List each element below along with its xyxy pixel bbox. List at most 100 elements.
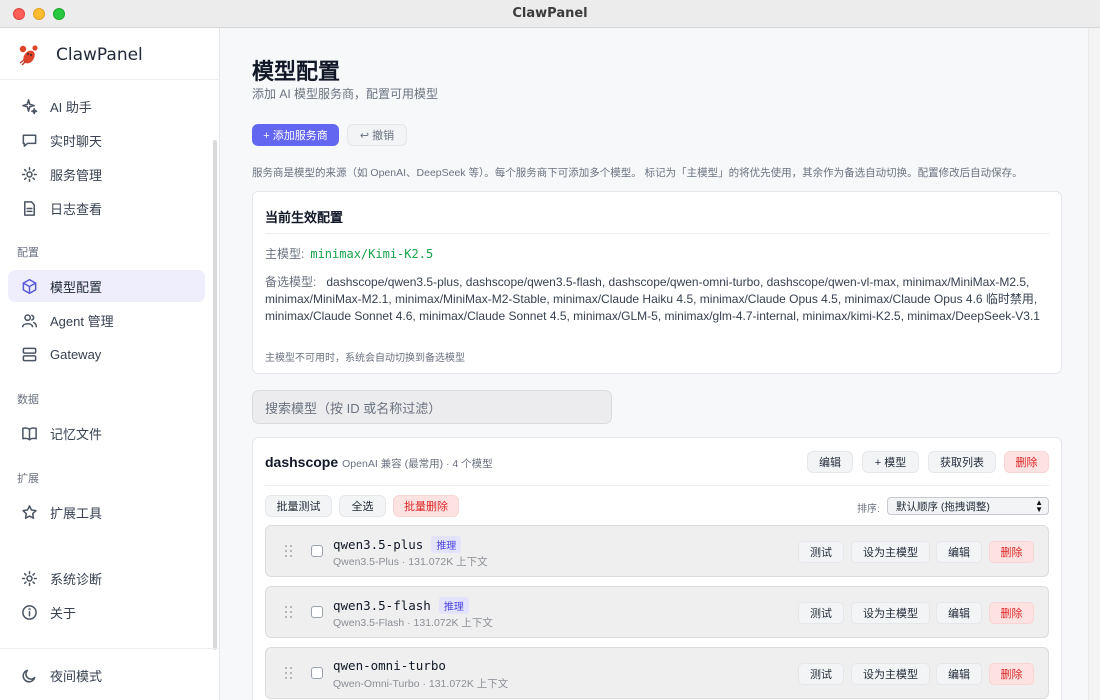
main-scrollbar[interactable] <box>1088 28 1100 700</box>
lobster-logo-icon <box>16 42 42 68</box>
provider-header: dashscope OpenAI 兼容 (最常用) · 4 个模型 <box>265 454 493 471</box>
test-model-button[interactable]: 测试 <box>798 541 844 563</box>
primary-model-value: minimax/Kimi-K2.5 <box>310 247 434 261</box>
nav-item-agent-management[interactable]: Agent 管理 <box>8 304 205 336</box>
edit-model-button[interactable]: 编辑 <box>936 541 982 563</box>
model-id-text: qwen-omni-turbo <box>333 658 446 673</box>
model-id-text: qwen3.5-flash <box>333 598 431 613</box>
drag-handle-icon[interactable] <box>285 667 294 679</box>
users-icon <box>20 311 38 329</box>
model-row[interactable]: qwen3.5-flash 推理 Qwen3.5-Flash · 131.072K… <box>265 586 1049 638</box>
sort-select-value: 默认顺序 (拖拽调整) <box>896 500 990 513</box>
gear-icon <box>20 569 38 587</box>
main-content: 模型配置 添加 AI 模型服务商，配置可用模型 + 添加服务商 ↩ 撤销 服务商… <box>220 28 1100 700</box>
model-id-text: qwen3.5-plus <box>333 537 424 552</box>
nav-item-service-management[interactable]: 服务管理 <box>8 158 205 190</box>
nav-item-label: Gateway <box>50 346 102 362</box>
nav-item-extension-tools[interactable]: 扩展工具 <box>8 496 205 528</box>
drag-handle-icon[interactable] <box>285 545 294 557</box>
model-search-input[interactable]: 搜索模型（按 ID 或名称过滤） <box>252 390 612 424</box>
gear-icon <box>20 165 38 183</box>
nav-item-label: AI 助手 <box>50 99 92 115</box>
nav-item-label: 模型配置 <box>50 279 103 295</box>
brand-name: ClawPanel <box>56 45 143 65</box>
moon-icon <box>20 666 38 684</box>
divider <box>265 485 1049 486</box>
divider <box>0 648 219 649</box>
model-checkbox[interactable] <box>311 606 323 618</box>
nav-item-label: 日志查看 <box>50 201 103 217</box>
nav-item-gateway[interactable]: Gateway <box>8 338 205 370</box>
sort-select[interactable]: 默认顺序 (拖拽调整) ▲ ▼ <box>887 497 1049 515</box>
sparkle-icon <box>20 97 38 115</box>
nav-item-label: 系统诊断 <box>50 571 103 587</box>
nav-item-label: 服务管理 <box>50 167 103 183</box>
edit-model-button[interactable]: 编辑 <box>936 602 982 624</box>
active-config-card: 当前生效配置 主模型: minimax/Kimi-K2.5 备选模型: dashsc… <box>252 191 1062 374</box>
section-label-config: 配置 <box>17 247 39 259</box>
fetch-model-list-button[interactable]: 获取列表 <box>928 451 996 473</box>
provider-card: dashscope OpenAI 兼容 (最常用) · 4 个模型 编辑 + 模… <box>252 437 1062 700</box>
model-id: qwen-omni-turbo <box>333 658 446 673</box>
model-id: qwen3.5-plus 推理 <box>333 536 462 553</box>
drag-handle-icon[interactable] <box>285 606 294 618</box>
add-model-button[interactable]: + 模型 <box>862 451 919 473</box>
night-mode-label: 夜间模式 <box>50 668 103 684</box>
nav-item-memory-files[interactable]: 记忆文件 <box>8 417 205 449</box>
fallback-models-label: 备选模型: <box>265 275 317 289</box>
fallback-note: 主模型不可用时，系统会自动切换到备选模型 <box>265 353 465 364</box>
page-subtitle: 添加 AI 模型服务商，配置可用模型 <box>252 87 439 101</box>
delete-model-button[interactable]: 删除 <box>989 602 1034 624</box>
select-arrows-icon: ▲ ▼ <box>1035 498 1043 514</box>
provider-name: dashscope <box>265 454 339 470</box>
sidebar: ClawPanel AI 助手 实时聊天 服务管理 日志查看 配置 模型配置 A… <box>0 28 220 700</box>
window-title: ClawPanel <box>512 6 588 21</box>
model-checkbox[interactable] <box>311 667 323 679</box>
set-primary-model-button[interactable]: 设为主模型 <box>851 602 930 624</box>
nav-item-system-diagnostics[interactable]: 系统诊断 <box>8 562 205 594</box>
model-details: Qwen3.5-Flash · 131.072K 上下文 <box>333 617 493 629</box>
night-mode-toggle[interactable]: 夜间模式 <box>8 659 205 691</box>
nav-item-label: 实时聊天 <box>50 133 103 149</box>
select-all-button[interactable]: 全选 <box>339 495 386 517</box>
provider-meta: OpenAI 兼容 (最常用) · 4 个模型 <box>342 458 493 470</box>
divider <box>265 233 1049 234</box>
nav-item-about[interactable]: 关于 <box>8 596 205 628</box>
model-checkbox[interactable] <box>311 545 323 557</box>
batch-test-button[interactable]: 批量测试 <box>265 495 332 517</box>
sidebar-scrollbar[interactable] <box>213 140 217 650</box>
brand[interactable]: ClawPanel <box>16 42 143 68</box>
delete-model-button[interactable]: 删除 <box>989 541 1034 563</box>
model-row[interactable]: qwen-omni-turbo Qwen-Omni-Turbo · 131.07… <box>265 647 1049 699</box>
sort-label: 排序: <box>857 504 880 515</box>
model-id: qwen3.5-flash 推理 <box>333 597 469 614</box>
edit-provider-button[interactable]: 编辑 <box>807 451 853 473</box>
nav-item-log-viewer[interactable]: 日志查看 <box>8 192 205 224</box>
page-title: 模型配置 <box>252 60 341 85</box>
primary-model-label: 主模型: <box>265 247 305 261</box>
model-details: Qwen-Omni-Turbo · 131.072K 上下文 <box>333 678 509 690</box>
section-label-extensions: 扩展 <box>17 473 39 485</box>
set-primary-model-button[interactable]: 设为主模型 <box>851 663 930 685</box>
nav-item-label: 扩展工具 <box>50 505 103 521</box>
nav-item-model-config[interactable]: 模型配置 <box>8 270 205 302</box>
section-label-data: 数据 <box>17 394 39 406</box>
active-config-title: 当前生效配置 <box>265 210 344 225</box>
edit-model-button[interactable]: 编辑 <box>936 663 982 685</box>
fallback-models-value: dashscope/qwen3.5-plus, dashscope/qwen3.… <box>265 275 1040 323</box>
undo-button[interactable]: ↩ 撤销 <box>347 124 407 146</box>
reasoning-tag: 推理 <box>438 597 469 614</box>
test-model-button[interactable]: 测试 <box>798 602 844 624</box>
reasoning-tag: 推理 <box>431 536 462 553</box>
set-primary-model-button[interactable]: 设为主模型 <box>851 541 930 563</box>
test-model-button[interactable]: 测试 <box>798 663 844 685</box>
batch-delete-button[interactable]: 批量删除 <box>393 495 459 517</box>
add-provider-button[interactable]: + 添加服务商 <box>252 124 339 146</box>
model-row[interactable]: qwen3.5-plus 推理 Qwen3.5-Plus · 131.072K 上… <box>265 525 1049 577</box>
nav-item-ai-assistant[interactable]: AI 助手 <box>8 90 205 122</box>
delete-model-button[interactable]: 删除 <box>989 663 1034 685</box>
delete-provider-button[interactable]: 删除 <box>1004 451 1049 473</box>
model-details: Qwen3.5-Plus · 131.072K 上下文 <box>333 556 488 568</box>
nav-item-live-chat[interactable]: 实时聊天 <box>8 124 205 156</box>
info-icon <box>20 603 38 621</box>
